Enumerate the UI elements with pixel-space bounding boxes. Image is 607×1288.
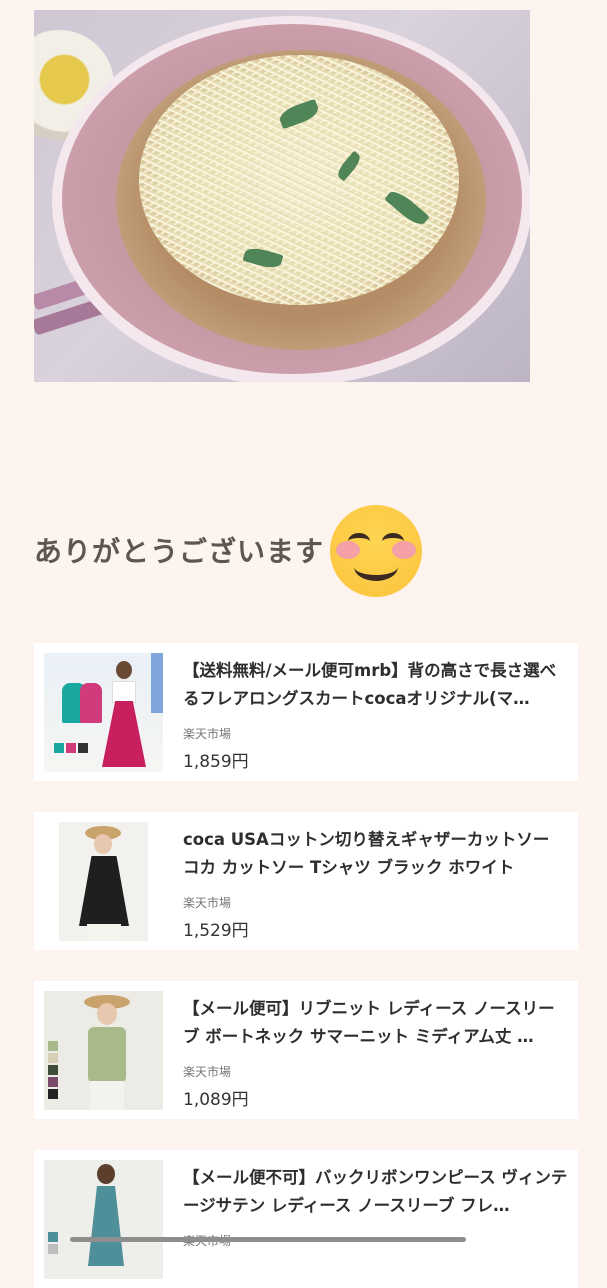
product-card[interactable]: 【メール便可】リブニット レディース ノースリーブ ボートネック サマーニット … bbox=[34, 981, 578, 1119]
horizontal-scrollbar[interactable] bbox=[70, 1237, 466, 1242]
product-thumbnail[interactable] bbox=[44, 991, 163, 1110]
product-title[interactable]: 【メール便可】リブニット レディース ノースリーブ ボートネック サマーニット … bbox=[183, 995, 569, 1051]
product-price: 1,859円 bbox=[183, 752, 249, 772]
food-photo bbox=[34, 10, 530, 382]
smiling-face-with-blush-icon bbox=[330, 505, 422, 597]
thanks-heading: ありがとうございます bbox=[34, 535, 325, 568]
product-card[interactable]: coca USAコットン切り替えギャザーカットソー コカ カットソー Tシャツ … bbox=[34, 812, 578, 950]
product-thumbnail[interactable] bbox=[44, 1160, 163, 1279]
product-title[interactable]: 【送料無料/メール便可mrb】背の高さで長さ選べるフレアロングスカートcocaオ… bbox=[183, 657, 569, 713]
product-card[interactable]: 【メール便不可】バックリボンワンピース ヴィンテージサテン レディース ノースリ… bbox=[34, 1150, 578, 1288]
product-title[interactable]: coca USAコットン切り替えギャザーカットソー コカ カットソー Tシャツ … bbox=[183, 826, 569, 882]
product-title[interactable]: 【メール便不可】バックリボンワンピース ヴィンテージサテン レディース ノースリ… bbox=[183, 1164, 569, 1220]
noodles bbox=[139, 55, 459, 305]
shop-name: 楽天市場 bbox=[183, 1065, 232, 1079]
product-thumbnail[interactable] bbox=[44, 653, 163, 772]
product-price: 1,529円 bbox=[183, 921, 249, 941]
product-price: 1,089円 bbox=[183, 1090, 249, 1110]
product-card[interactable]: 【送料無料/メール便可mrb】背の高さで長さ選べるフレアロングスカートcocaオ… bbox=[34, 643, 578, 781]
product-thumbnail[interactable] bbox=[59, 822, 148, 941]
shop-name: 楽天市場 bbox=[183, 896, 232, 910]
shop-name: 楽天市場 bbox=[183, 727, 232, 741]
